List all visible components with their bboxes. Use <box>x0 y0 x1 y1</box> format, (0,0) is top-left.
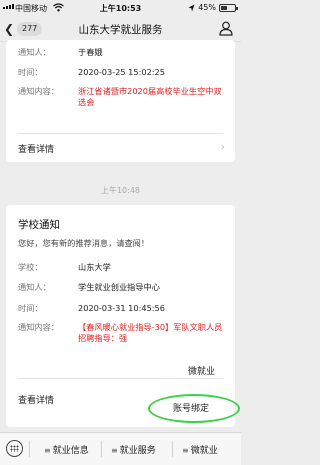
time-value: 2020-03-31 10:45:56 <box>78 303 165 313</box>
location-icon <box>188 4 195 11</box>
nav-bar: ❮ 277 山东大学就业服务 <box>0 16 241 42</box>
menu-icon: ≡ <box>44 446 51 455</box>
menu-icon: ≡ <box>111 446 118 455</box>
keyboard-icon[interactable] <box>6 440 23 457</box>
menu-button-wei-jiuye[interactable]: ≡ 微就业 <box>182 443 218 456</box>
content-value: 【春风暖心就业指导-30】军队文职人员招聘指导：强 <box>78 322 223 343</box>
notifier-label: 通知人： <box>18 282 51 292</box>
notifier-label: 通知人： <box>18 47 51 57</box>
battery-percent: 45% <box>198 3 216 12</box>
menu-button-jobs-service[interactable]: ≡ 就业服务 <box>111 443 156 456</box>
time-label: 时间： <box>18 303 43 313</box>
menu-label: 就业信息 <box>52 446 89 456</box>
chevron-right-icon[interactable]: › <box>221 140 225 153</box>
status-bar: 中国移动 上午10:53 45% <box>0 0 241 16</box>
bottom-menu-bar: ≡ 就业信息 ≡ 就业服务 ≡ 微就业 <box>0 432 241 465</box>
notifier-value: 于春娥 <box>78 47 103 57</box>
content-value: 浙江省诸暨市2020届高校毕业生空中双选会 <box>78 86 222 107</box>
divider <box>18 378 223 379</box>
highlight-circle <box>148 394 240 423</box>
time-label: 时间： <box>18 67 43 77</box>
menu-label: 微就业 <box>190 446 218 456</box>
card-title: 学校通知 <box>18 219 60 231</box>
menu-divider <box>29 441 30 457</box>
notification-card-1: 通知人： 于春娥 时间： 2020-03-25 15:02:25 通知内容： 浙… <box>6 40 235 162</box>
school-label: 学校： <box>18 262 43 272</box>
menu-button-jobs-info[interactable]: ≡ 就业信息 <box>44 443 89 456</box>
message-timestamp: 上午10:48 <box>100 186 141 195</box>
time-value: 2020-03-25 15:02:25 <box>78 67 165 77</box>
school-value: 山东大学 <box>78 262 111 272</box>
battery-icon <box>219 3 238 12</box>
view-details-link[interactable]: 查看详情 <box>18 142 54 155</box>
view-details-link[interactable]: 查看详情 <box>18 393 54 406</box>
person-icon[interactable] <box>219 21 233 36</box>
menu-label: 就业服务 <box>119 446 156 456</box>
battery-fill <box>221 5 227 10</box>
menu-icon: ≡ <box>182 446 189 455</box>
page-title: 山东大学就业服务 <box>78 24 163 36</box>
menu-divider <box>101 441 102 457</box>
content-label: 通知内容： <box>18 86 59 96</box>
card-subtitle: 您好，您有新的推荐消息，请查阅！ <box>18 238 150 248</box>
divider <box>18 133 223 134</box>
menu-divider <box>172 441 173 457</box>
notifier-value: 学生就业创业指导中心 <box>78 282 160 292</box>
popup-item-wei-jiuye[interactable]: 微就业 <box>188 364 215 377</box>
content-label: 通知内容： <box>18 322 59 332</box>
